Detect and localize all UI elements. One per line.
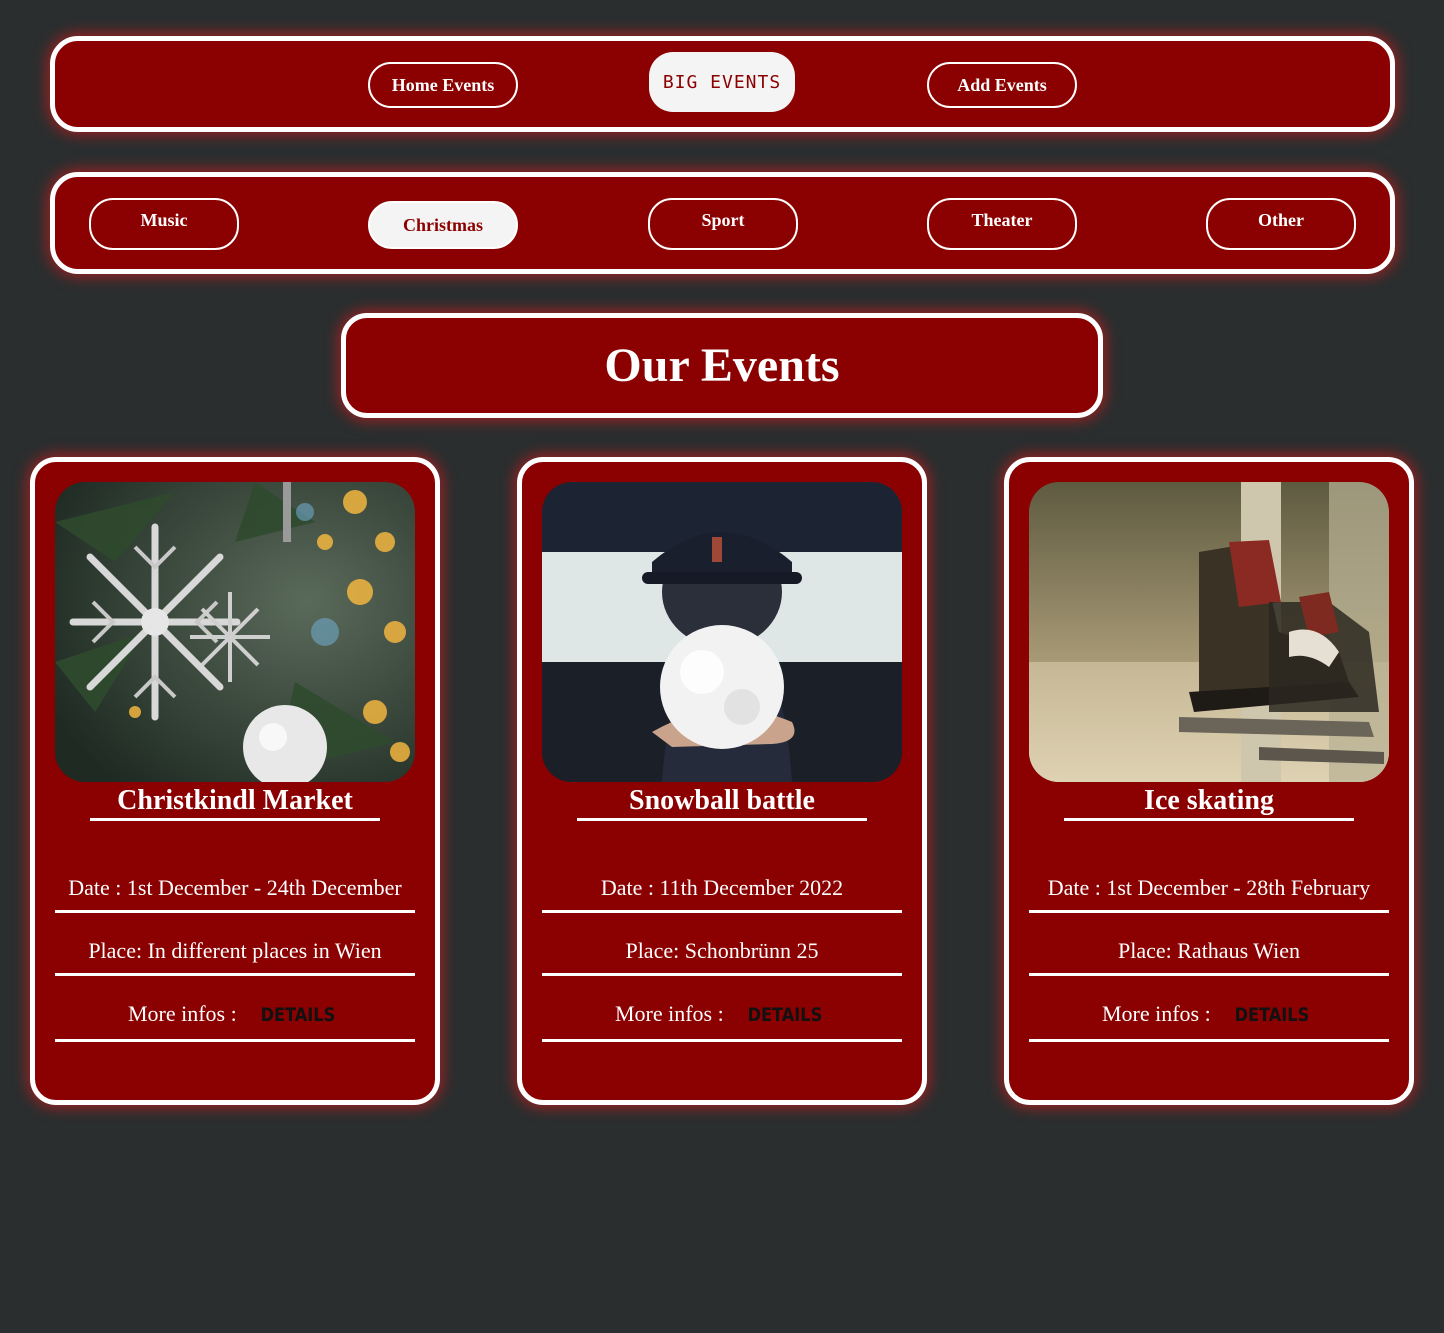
page-title-box: Our Events xyxy=(341,313,1103,418)
more-infos-label: More infos : xyxy=(1101,1001,1211,1026)
event-more-infos: More infos : DETAILS xyxy=(542,1000,902,1042)
category-other-button[interactable]: Other xyxy=(1206,198,1356,250)
category-sport-button[interactable]: Sport xyxy=(648,198,798,250)
details-link[interactable]: DETAILS xyxy=(261,1001,336,1029)
event-title: Christkindl Market xyxy=(90,784,380,821)
event-date: Date : 1st December - 28th February xyxy=(1029,874,1389,913)
details-link[interactable]: DETAILS xyxy=(1235,1001,1310,1029)
page-title: Our Events xyxy=(604,339,840,392)
event-place: Place: In different places in Wien xyxy=(55,937,415,976)
event-place: Place: Schonbrünn 25 xyxy=(542,937,902,976)
category-nav: Music Christmas Sport Theater Other xyxy=(50,172,1395,274)
more-infos-label: More infos : xyxy=(614,1001,724,1026)
snowball-image xyxy=(542,482,902,782)
brand-logo[interactable]: BIG EVENTS xyxy=(649,52,795,112)
event-card: Snowball battle Date : 11th December 202… xyxy=(517,457,927,1105)
christmas-ornament-image xyxy=(55,482,415,782)
ice-skates-image xyxy=(1029,482,1389,782)
event-title: Ice skating xyxy=(1064,784,1354,821)
event-more-infos: More infos : DETAILS xyxy=(55,1000,415,1042)
event-card: Ice skating Date : 1st December - 28th F… xyxy=(1004,457,1414,1105)
event-date: Date : 1st December - 24th December xyxy=(55,874,415,913)
event-card: Christkindl Market Date : 1st December -… xyxy=(30,457,440,1105)
category-theater-button[interactable]: Theater xyxy=(927,198,1077,250)
home-events-button[interactable]: Home Events xyxy=(368,62,518,108)
event-title: Snowball battle xyxy=(577,784,867,821)
add-events-button[interactable]: Add Events xyxy=(927,62,1077,108)
event-place: Place: Rathaus Wien xyxy=(1029,937,1389,976)
category-music-button[interactable]: Music xyxy=(89,198,239,250)
more-infos-label: More infos : xyxy=(127,1001,237,1026)
details-link[interactable]: DETAILS xyxy=(748,1001,823,1029)
event-date: Date : 11th December 2022 xyxy=(542,874,902,913)
event-more-infos: More infos : DETAILS xyxy=(1029,1000,1389,1042)
top-nav: Home Events BIG EVENTS Add Events xyxy=(50,36,1395,132)
category-christmas-button[interactable]: Christmas xyxy=(368,201,518,249)
